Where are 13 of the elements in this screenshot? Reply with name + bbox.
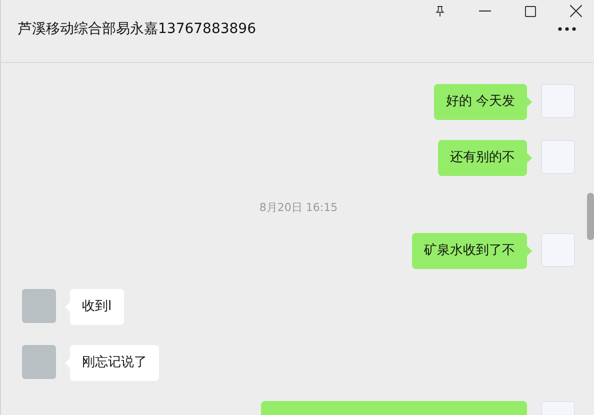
bubble-tail: [527, 246, 532, 256]
scrollbar-thumb[interactable]: [587, 193, 594, 240]
avatar-photo-placeholder[interactable]: [22, 345, 56, 379]
bubble-tail: [527, 97, 532, 107]
minimize-icon[interactable]: [479, 10, 491, 12]
close-icon[interactable]: [570, 5, 582, 17]
avatar-photo-placeholder[interactable]: [22, 289, 56, 323]
chat-title: 芦溪移动综合部易永嘉13767883896: [18, 20, 256, 38]
timestamp: 8月20日 16:15: [259, 200, 338, 215]
maximize-icon[interactable]: [525, 6, 536, 16]
more-icon[interactable]: [558, 27, 576, 31]
bubble-tail: [527, 153, 532, 163]
pin-icon[interactable]: [435, 4, 445, 18]
